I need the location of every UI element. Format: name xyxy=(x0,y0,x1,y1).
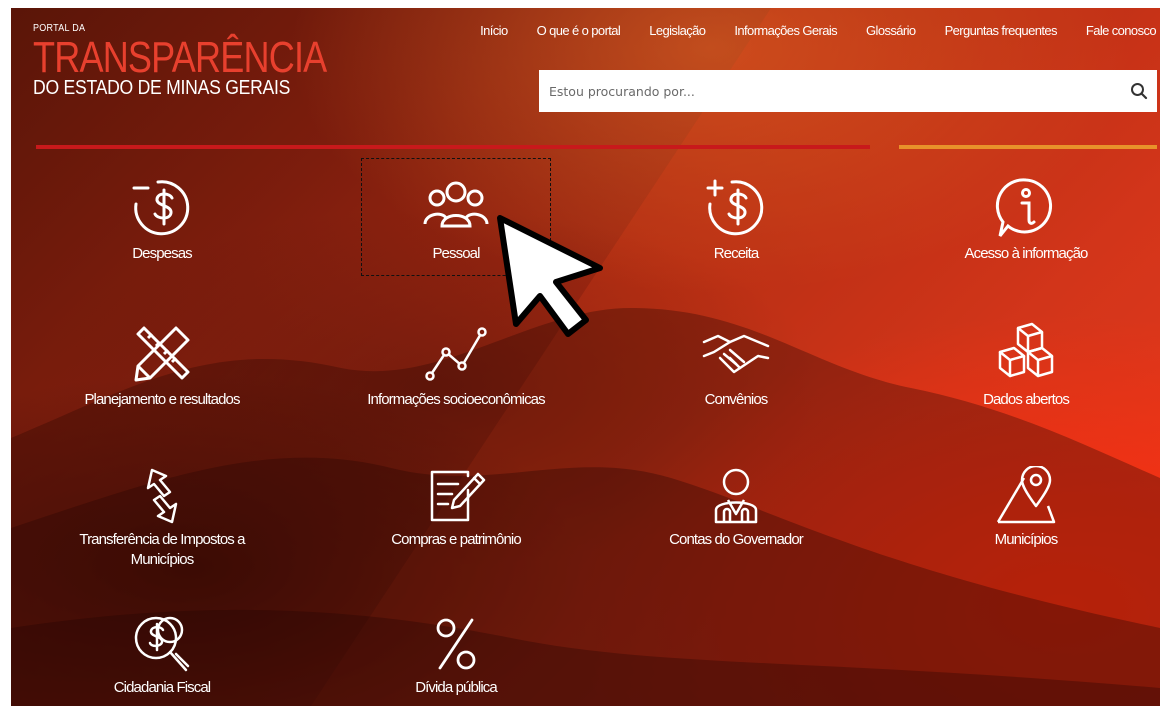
money-plus-icon xyxy=(706,179,764,236)
divider-orange xyxy=(899,145,1157,149)
nav-perguntas-frequentes[interactable]: Perguntas frequentes xyxy=(945,23,1058,38)
mouse-cursor-arrow-icon xyxy=(497,215,603,337)
tile-divida-publica[interactable]: Dívida pública xyxy=(341,614,571,698)
percent-icon xyxy=(436,618,476,670)
tile-transferencia-impostos[interactable]: Transferência de Impostos a Municípios xyxy=(47,466,277,570)
nav-glossario[interactable]: Glossário xyxy=(866,23,916,38)
tile-contas-governador[interactable]: Contas do Governador xyxy=(621,466,851,550)
document-edit-icon xyxy=(430,470,486,522)
cubes-icon xyxy=(998,322,1054,378)
line-chart-icon xyxy=(425,327,487,381)
tile-label: Acesso à informação xyxy=(964,245,1089,262)
search-bar xyxy=(539,70,1157,112)
tile-municipios[interactable]: Municípios xyxy=(911,466,1141,550)
nav-fale-conosco[interactable]: Fale conosco xyxy=(1086,23,1157,38)
nav-informacoes-gerais[interactable]: Informações Gerais xyxy=(734,23,837,38)
tile-cidadania-fiscal[interactable]: Cidadania Fiscal xyxy=(47,614,277,698)
nav-inicio[interactable]: Início xyxy=(480,23,508,38)
portal-page: PORTAL DA TRANSPARÊNCIA DO ESTADO DE MIN… xyxy=(11,8,1160,706)
tile-label: Contas do Governador xyxy=(669,531,804,548)
top-navigation: Início O que é o portal Legislação Infor… xyxy=(480,23,1156,38)
tile-planejamento[interactable]: Planejamento e resultados xyxy=(47,322,277,410)
tile-compras-patrimonio[interactable]: Compras e patrimônio xyxy=(341,466,571,550)
search-icon xyxy=(1131,83,1148,100)
portal-logo[interactable]: PORTAL DA TRANSPARÊNCIA DO ESTADO DE MIN… xyxy=(33,23,391,98)
transfer-arrows-icon xyxy=(146,468,178,524)
money-magnifier-icon xyxy=(134,616,190,672)
governor-person-icon xyxy=(714,468,758,524)
tile-dados-abertos[interactable]: Dados abertos xyxy=(911,322,1141,410)
map-pin-icon xyxy=(996,466,1056,524)
tile-label: Informações socioeconômicas xyxy=(367,391,545,408)
tile-despesas[interactable]: Despesas xyxy=(47,176,277,264)
handshake-icon xyxy=(702,334,770,374)
tile-label: Dívida pública xyxy=(415,679,498,696)
tile-label: Transferência de Impostos a Municípios xyxy=(79,531,245,568)
money-minus-icon xyxy=(132,180,190,236)
logo-line-transparencia: TRANSPARÊNCIA xyxy=(33,33,327,82)
tile-label: Municípios xyxy=(994,531,1059,548)
tile-label: Cidadania Fiscal xyxy=(113,679,211,696)
tile-receita[interactable]: Receita xyxy=(621,176,851,264)
tile-label: Planejamento e resultados xyxy=(84,391,240,408)
info-icon xyxy=(995,178,1053,237)
logo-line-state: DO ESTADO DE MINAS GERAIS xyxy=(33,77,291,99)
search-button[interactable] xyxy=(1121,71,1157,111)
nav-o-que-e-o-portal[interactable]: O que é o portal xyxy=(537,23,621,38)
divider-red xyxy=(36,145,870,149)
tile-label: Dados abertos xyxy=(983,391,1070,408)
search-input[interactable] xyxy=(539,71,1121,111)
nav-legislacao[interactable]: Legislação xyxy=(649,23,706,38)
tile-acesso-informacao[interactable]: Acesso à informação xyxy=(911,176,1141,264)
tile-convenios[interactable]: Convênios xyxy=(621,322,851,410)
tile-label: Receita xyxy=(713,245,759,262)
tile-label: Compras e patrimônio xyxy=(391,531,521,548)
tile-label: Convênios xyxy=(704,391,769,408)
pencil-ruler-icon xyxy=(134,326,190,382)
tile-label: Despesas xyxy=(132,245,192,262)
